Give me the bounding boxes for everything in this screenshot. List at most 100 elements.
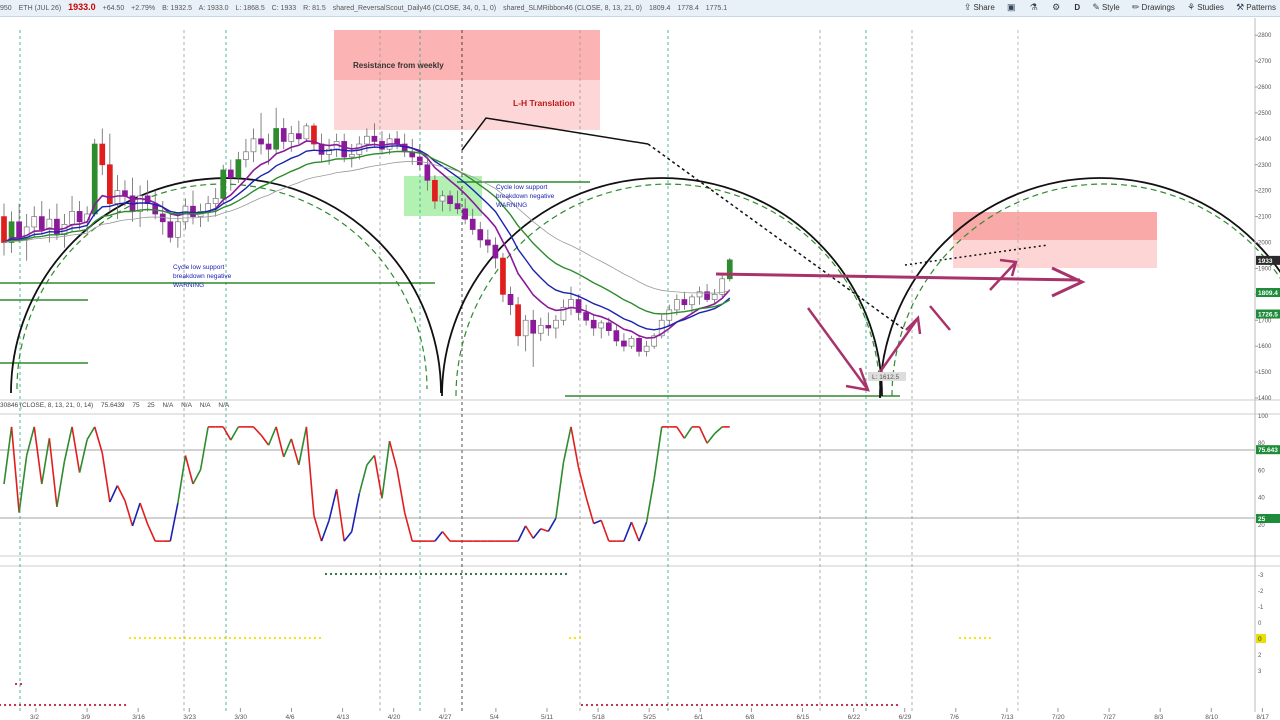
warning-1-line-2: breakdown negative [173,273,232,280]
candle-body [416,156,423,166]
indicator-dot [590,703,594,707]
indicator-dot [469,572,473,576]
candle-body [227,169,234,179]
indicator-dot [655,703,659,707]
indicator-dot [193,636,197,640]
osc-segment [328,489,338,521]
indicator-dot [800,703,804,707]
osc-segment [343,531,353,542]
indicator-dot [499,572,503,576]
dot-tick-label: -2 [1258,589,1264,595]
indicator-dot [273,636,277,640]
x-tick-label: 3/16 [132,714,145,720]
indicator-dot [53,703,57,707]
date-axis: 3/2 3/9 3/16 3/23 3/30 4/6 4/13 4/20 4/27 5/4 5/11… [30,708,1269,720]
indicator-dot [710,703,714,707]
candle-body [295,133,302,140]
osc-segment [653,426,663,479]
osc-segment [335,489,345,542]
candle-body [190,205,196,217]
indicator-dot [715,703,719,707]
indicator-dot [670,703,674,707]
indicator-dot [968,636,972,640]
osc-segment [585,496,595,524]
x-tick-label: 3/9 [81,714,90,720]
indicator-dot [379,572,383,576]
indicator-dot [389,572,393,576]
candle-body [167,221,174,238]
cycle-arc [441,177,883,397]
osc-segment [388,440,398,470]
osc-segment [600,520,610,542]
indicator-dot [38,703,42,707]
osc-segment [532,528,542,539]
indicator-dot [243,636,247,640]
indicator-label: 30846 (CLOSE, 8, 13, 21, 0, 14) 75.6439 … [0,402,230,409]
indicator-dot [630,703,634,707]
osc-segment [358,464,368,494]
indicator-dot [963,636,967,640]
osc-segment [139,502,149,525]
indicator-dot [298,636,302,640]
indicator-dot [459,572,463,576]
osc-segment [184,455,194,485]
indicator-dot [444,572,448,576]
indicator-dot [573,636,577,640]
warning-1-line-1: Cycle low support [173,264,224,271]
indicator-dot [514,572,518,576]
indicator-dot [168,636,172,640]
indicator-dot [288,636,292,640]
indicator-dot [118,703,122,707]
osc-segment [396,469,406,513]
osc-tick-label: 100 [1258,414,1269,420]
osc-segment [555,462,565,519]
candle-body [484,239,491,246]
ma-line [3,140,731,339]
indicator-dot [544,572,548,576]
candle-body [122,190,128,197]
dot-tick-label: 0 [1258,621,1262,627]
indicator-dot [640,703,644,707]
indicator-dot [695,703,699,707]
indicator-dot [605,703,609,707]
indicator-dot [113,703,117,707]
candle-body [522,319,529,337]
indicator-dot [534,572,538,576]
y-tick-label: 2800 [1258,33,1272,39]
indicator-dot [610,703,614,707]
indicator-dot [268,636,272,640]
indicator-dot [860,703,864,707]
osc-segment [562,426,572,463]
chart-area[interactable]: Resistance from weekly L-H Translation 2… [0,0,1280,720]
dot-badge-label: 0 [1258,636,1262,643]
candle-body [280,128,287,142]
indicator-dot [68,703,72,707]
indicator-dot [885,703,889,707]
indicator-dot [660,703,664,707]
candle-body [1,216,7,243]
indicator-dot [33,703,37,707]
indicator-dot [434,572,438,576]
osc-segment [260,434,270,446]
candle-body [243,151,249,160]
indicator-dot [58,703,62,707]
indicator-dot [143,636,147,640]
indicator-dot [3,703,7,707]
indicator-dot [765,703,769,707]
osc-segment [33,426,43,485]
indicator-dot [108,703,112,707]
indicator-dot [850,703,854,707]
horizontal-arrow-head [1051,266,1086,298]
candle-body [726,259,733,280]
candle-body [318,143,325,155]
osc-segment [222,426,232,441]
dot-tick-label: -3 [1258,573,1264,579]
indicator-dot [223,636,227,640]
candle-body [492,244,499,259]
candle-body [432,179,438,202]
osc-segment [275,426,285,458]
candle-body [711,293,718,300]
osc-segment [3,426,13,485]
candle-body [477,229,484,241]
osc-segment [267,426,277,446]
